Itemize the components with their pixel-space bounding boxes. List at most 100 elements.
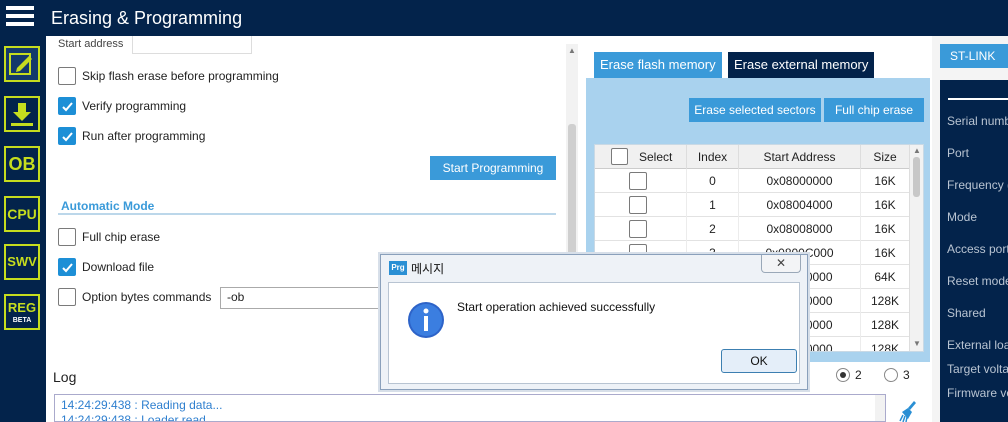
hamburger-menu-icon[interactable] (6, 6, 34, 30)
full-chip-erase-button[interactable]: Full chip erase (824, 98, 924, 122)
stlink-config: Serial number Port Frequency (kHz) Mode … (940, 80, 1008, 422)
clear-log-icon[interactable] (898, 400, 920, 422)
log-scrollbar[interactable] (875, 395, 885, 421)
tab-erase-flash-memory[interactable]: Erase flash memory (594, 52, 722, 78)
cpu-icon: CPU (7, 206, 37, 222)
reset-mode-label: Reset mode (947, 274, 1008, 288)
ok-button[interactable]: OK (721, 349, 797, 373)
table-row[interactable]: 1 0x08004000 16K (595, 193, 909, 217)
index-cell: 0 (687, 169, 739, 193)
log-line: 14:24:29:438 : Loader read (61, 413, 206, 422)
row-select-checkbox[interactable] (629, 172, 647, 190)
dialog-title: 메시지 (411, 262, 445, 276)
nav-download-button[interactable] (4, 96, 40, 132)
option-bytes-checkbox[interactable] (58, 288, 76, 306)
download-icon (11, 103, 33, 126)
scrollbar-thumb[interactable] (913, 157, 920, 197)
stlink-panel: ST-LINK Serial number Port Frequency (kH… (932, 36, 1008, 422)
info-icon (408, 302, 444, 338)
log-label: Log (53, 369, 77, 385)
beta-label: BETA (12, 317, 32, 324)
reg-icon: REG (7, 300, 37, 315)
option-bytes-label: Option bytes commands (82, 290, 212, 304)
nav-cpu-button[interactable]: CPU (4, 196, 40, 232)
frequency-label: Frequency (kHz) (947, 178, 1008, 192)
skip-erase-checkbox[interactable] (58, 67, 76, 85)
log-line: 14:24:29:438 : Reading data... (61, 398, 223, 412)
stlink-title: ST-LINK (940, 44, 1008, 68)
dialog-message: Start operation achieved successfully (457, 300, 656, 314)
row-select-checkbox[interactable] (629, 220, 647, 238)
table-row[interactable]: 2 0x08008000 16K (595, 217, 909, 241)
nav-ob-button[interactable]: OB (4, 146, 40, 182)
erase-selected-sectors-button[interactable]: Erase selected sectors (689, 98, 821, 122)
run-after-label: Run after programming (82, 129, 206, 143)
target-voltage-label: Target voltage (947, 362, 1008, 376)
title-bar: Erasing & Programming (0, 0, 1008, 36)
size-cell: 128K (870, 318, 900, 332)
firmware-version-label: Firmware version (947, 386, 1008, 400)
skip-erase-option[interactable]: Skip flash erase before programming (58, 66, 279, 86)
mode-label: Mode (947, 210, 978, 224)
index-cell: 2 (687, 217, 739, 241)
auto-full-chip-erase-checkbox[interactable] (58, 228, 76, 246)
download-file-option[interactable]: Download file (58, 257, 154, 277)
column-index: Index (687, 145, 739, 169)
verbosity-label-2: 2 (855, 368, 862, 382)
column-select-label: Select (639, 150, 673, 164)
start-address-cell: 0x08008000 (739, 217, 861, 241)
start-programming-button[interactable]: Start Programming (430, 156, 556, 180)
checkmark-icon (61, 101, 73, 111)
verbosity-label-3: 3 (903, 368, 910, 382)
size-cell: 16K (874, 174, 896, 188)
sector-table-scrollbar[interactable]: ▲ ▼ (909, 145, 923, 351)
select-cell (595, 217, 687, 241)
close-icon[interactable]: ✕ (761, 255, 801, 273)
column-start-address: Start Address (739, 145, 861, 169)
column-select: Select (595, 145, 687, 169)
run-after-checkbox[interactable] (58, 127, 76, 145)
verbosity-radio-3[interactable] (884, 368, 898, 382)
external-loader-label: External loader (947, 338, 1008, 352)
start-address-input[interactable] (132, 36, 252, 54)
section-divider (58, 213, 556, 215)
tab-erase-external-memory[interactable]: Erase external memory (728, 52, 875, 78)
download-file-checkbox[interactable] (58, 258, 76, 276)
verbosity-radio-2[interactable] (836, 368, 850, 382)
size-cell: 64K (874, 270, 896, 284)
nav-edit-button[interactable] (4, 46, 40, 82)
scroll-down-icon[interactable]: ▼ (913, 339, 921, 348)
size-cell: 128K (870, 294, 900, 308)
nav-reg-button[interactable]: REG BETA (4, 294, 40, 330)
sector-table-header: Select Index Start Address Size (595, 145, 909, 169)
size-cell: 16K (874, 198, 896, 212)
column-size: Size (873, 150, 897, 164)
ob-icon: OB (8, 154, 36, 174)
run-after-option[interactable]: Run after programming (58, 126, 205, 146)
size-cell: 16K (874, 222, 896, 236)
auto-full-chip-erase-option[interactable]: Full chip erase (58, 227, 160, 247)
shared-label: Shared (947, 306, 986, 320)
checkmark-icon (61, 131, 73, 141)
scroll-up-icon[interactable]: ▲ (913, 146, 921, 155)
checkmark-icon (61, 262, 73, 272)
skip-erase-label: Skip flash erase before programming (82, 69, 279, 83)
verify-option[interactable]: Verify programming (58, 96, 186, 116)
table-row[interactable]: 0 0x08000000 16K (595, 169, 909, 193)
size-cell: 16K (874, 246, 896, 260)
select-cell (595, 193, 687, 217)
verify-checkbox[interactable] (58, 97, 76, 115)
row-select-checkbox[interactable] (629, 196, 647, 214)
size-cell: 128K (870, 342, 900, 352)
index-cell: 1 (687, 193, 739, 217)
select-cell (595, 169, 687, 193)
access-port-label: Access port (947, 242, 1008, 256)
dialog-title-bar[interactable]: Prg 메시지 ✕ (381, 255, 807, 281)
divider (948, 98, 1008, 100)
log-output[interactable]: 14:24:29:438 : Reading data... 14:24:29:… (54, 394, 886, 422)
scroll-up-icon[interactable]: ▲ (568, 46, 576, 55)
page-title: Erasing & Programming (51, 8, 243, 28)
select-all-checkbox[interactable] (611, 148, 628, 165)
nav-swv-button[interactable]: SWV (4, 244, 40, 280)
option-bytes-option[interactable]: Option bytes commands (58, 287, 211, 307)
